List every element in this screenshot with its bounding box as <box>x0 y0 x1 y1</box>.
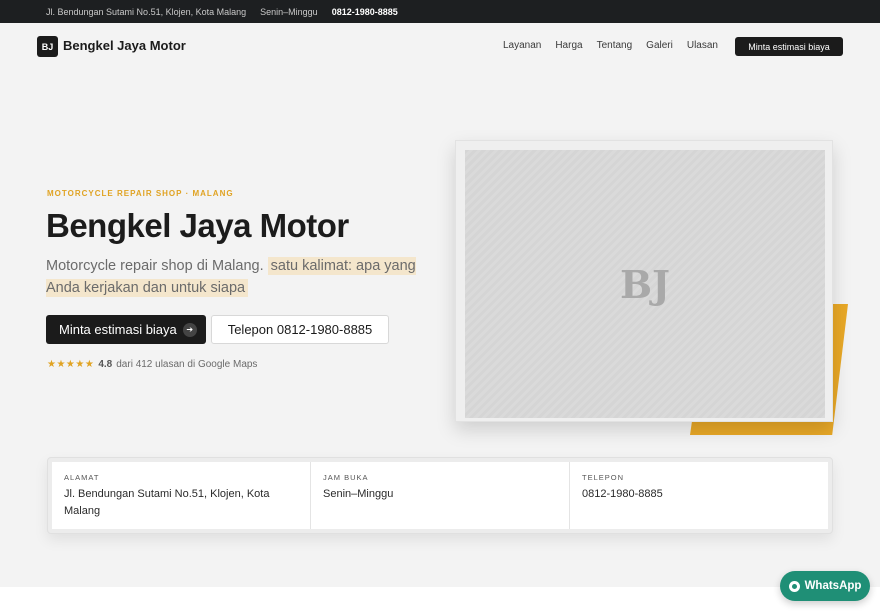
next-section-edge <box>0 587 880 611</box>
info-phone-label: TELEPON <box>582 473 625 482</box>
top-info-bar: Jl. Bendungan Sutami No.51, Klojen, Kota… <box>0 0 880 23</box>
estimate-button-label: Minta estimasi biaya <box>59 322 177 337</box>
topbar-hours: Senin–Minggu <box>260 6 318 17</box>
nav-estimate-button[interactable]: Minta estimasi biaya <box>735 37 843 56</box>
topbar-address: Jl. Bendungan Sutami No.51, Klojen, Kota… <box>46 6 247 17</box>
contact-info-card: ALAMAT Jl. Bendungan Sutami No.51, Kloje… <box>47 457 833 534</box>
hero-image-placeholder: BJ <box>465 150 825 418</box>
nav-links: Layanan Harga Tentang Galeri Ulasan <box>503 40 718 51</box>
info-hours-value: Senin–Minggu <box>323 488 394 500</box>
info-address: ALAMAT Jl. Bendungan Sutami No.51, Kloje… <box>52 462 311 529</box>
star-rating-icon: ★★★★★ <box>47 359 95 370</box>
hero-lead: Motorcycle repair shop di Malang. satu k… <box>46 255 426 299</box>
hero-lead-text: Motorcycle repair shop di Malang. <box>46 258 264 274</box>
nav-link-ulasan[interactable]: Ulasan <box>687 40 718 51</box>
arrow-right-icon: ➔ <box>182 322 197 337</box>
info-address-label: ALAMAT <box>64 473 100 482</box>
nav-link-tentang[interactable]: Tentang <box>597 40 633 51</box>
info-hours-label: JAM BUKA <box>323 473 369 482</box>
topbar-phone[interactable]: 0812-1980-8885 <box>332 7 398 17</box>
placeholder-monogram: BJ <box>619 261 671 307</box>
nav-link-harga[interactable]: Harga <box>555 40 582 51</box>
hero-title: Bengkel Jaya Motor <box>46 207 349 244</box>
hero-image-frame: BJ <box>455 140 833 422</box>
info-phone: TELEPON 0812-1980-8885 <box>570 462 828 529</box>
logo-icon[interactable]: BJ <box>37 36 58 57</box>
nav-link-layanan[interactable]: Layanan <box>503 40 541 51</box>
call-button[interactable]: Telepon 0812-1980-8885 <box>211 315 389 344</box>
hero-section: MOTORCYCLE REPAIR SHOP · MALANG Bengkel … <box>0 69 880 587</box>
rating-text: dari 412 ulasan di Google Maps <box>116 359 258 370</box>
hero-eyebrow: MOTORCYCLE REPAIR SHOP · MALANG <box>47 189 234 198</box>
rating-summary: ★★★★★ 4.8 dari 412 ulasan di Google Maps <box>47 359 257 370</box>
estimate-button[interactable]: Minta estimasi biaya ➔ <box>46 315 206 344</box>
brand-name[interactable]: Bengkel Jaya Motor <box>63 38 186 53</box>
info-hours: JAM BUKA Senin–Minggu <box>311 462 570 529</box>
info-address-value: Jl. Bendungan Sutami No.51, Klojen, Kota… <box>64 488 270 517</box>
info-phone-value[interactable]: 0812-1980-8885 <box>582 486 816 503</box>
main-nav: BJ Bengkel Jaya Motor Layanan Harga Tent… <box>0 23 880 69</box>
rating-score: 4.8 <box>98 359 113 370</box>
whatsapp-icon <box>788 580 800 592</box>
nav-link-galeri[interactable]: Galeri <box>646 40 673 51</box>
whatsapp-button[interactable]: WhatsApp <box>780 571 870 601</box>
whatsapp-label: WhatsApp <box>804 580 862 592</box>
